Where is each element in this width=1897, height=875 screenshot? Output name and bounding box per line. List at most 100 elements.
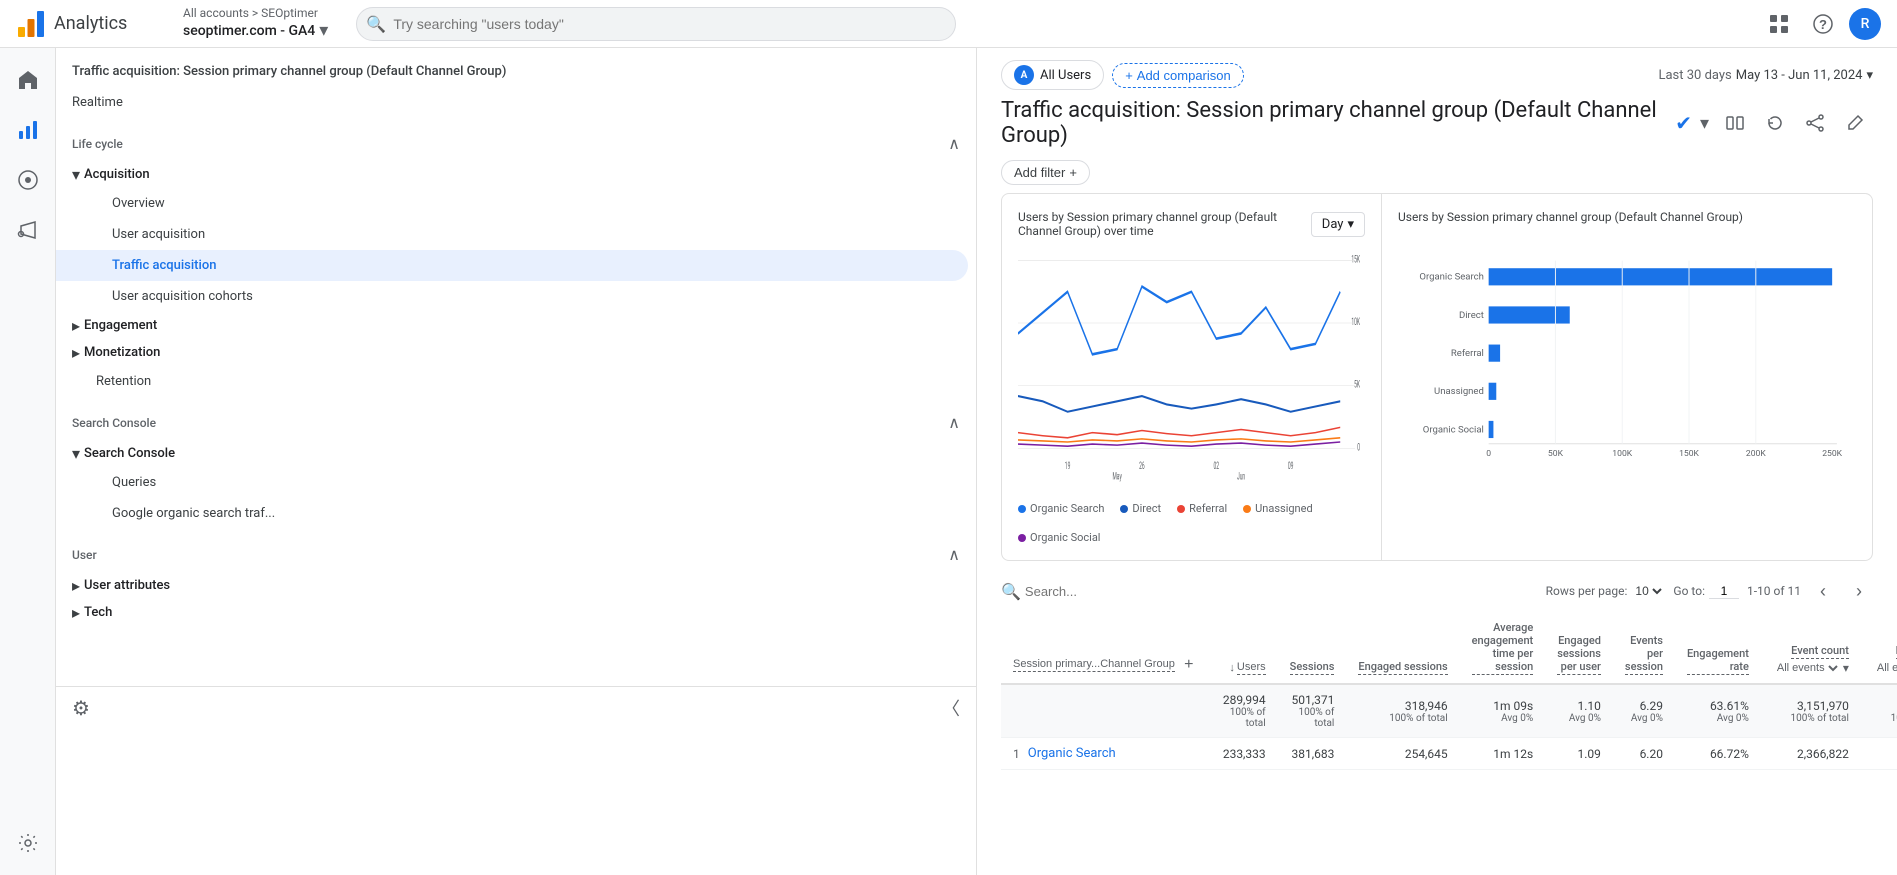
sidebar-retention[interactable]: Retention: [56, 366, 968, 397]
svg-text:Organic Social: Organic Social: [1423, 424, 1484, 435]
sidebar-user-acquisition-cohorts[interactable]: User acquisition cohorts: [56, 281, 968, 312]
row1-engagement-rate-cell: 66.72%: [1675, 738, 1761, 770]
tech-label: Tech: [84, 605, 112, 620]
share-button[interactable]: [1797, 105, 1833, 141]
edit-button[interactable]: [1837, 105, 1873, 141]
svg-text:Jun: Jun: [1237, 469, 1245, 482]
add-icon: +: [1125, 68, 1133, 83]
sidebar-traffic-acquisition[interactable]: Traffic acquisition: [56, 250, 968, 281]
svg-text:250K: 250K: [1822, 449, 1842, 459]
account-dropdown-icon: ▾: [319, 20, 328, 41]
refresh-button[interactable]: [1757, 105, 1793, 141]
rows-per-page-label: Rows per page:: [1546, 584, 1628, 598]
engagement-rate-col-label: Engagement rate: [1687, 647, 1749, 675]
grid-apps-button[interactable]: [1761, 6, 1797, 42]
collapse-icon[interactable]: 〈: [942, 695, 960, 721]
svg-text:10K: 10K: [1351, 315, 1360, 328]
date-range-value: May 13 - Jun 11, 2024: [1736, 68, 1863, 83]
all-users-chip[interactable]: A All Users: [1001, 60, 1104, 90]
pagination-prev-button[interactable]: ‹: [1809, 577, 1837, 605]
channel-col-label: Session primary...Channel Group: [1013, 658, 1175, 672]
chip-avatar: A: [1014, 65, 1034, 85]
nav-reports[interactable]: [4, 106, 52, 154]
bar-chart-title: Users by Session primary channel group (…: [1398, 210, 1743, 224]
grid-icon: [1769, 14, 1789, 34]
go-to-label: Go to:: [1673, 584, 1705, 598]
sidebar-queries[interactable]: Queries: [56, 467, 968, 498]
add-filter-label: Add filter: [1014, 165, 1065, 180]
lifecycle-section-header[interactable]: Life cycle ∧: [56, 126, 976, 161]
user-attributes-expand[interactable]: ▸ User attributes: [56, 572, 976, 599]
title-dropdown-button[interactable]: ▾: [1700, 113, 1709, 134]
settings-icon-sidebar[interactable]: ⚙: [72, 696, 90, 720]
add-column-button[interactable]: +: [1179, 655, 1199, 675]
col-header-engagement-rate: Engagement rate: [1675, 613, 1761, 684]
legend-label-organic-search: Organic Search: [1030, 502, 1104, 515]
row1-engaged-per-user-cell: 1.09: [1545, 738, 1613, 770]
rows-per-page: Rows per page: 10 25 50: [1546, 583, 1666, 599]
row1-event-count-cell: 2,366,822: [1761, 738, 1861, 770]
user-chevron: ∧: [948, 545, 960, 564]
monetization-label: Monetization: [84, 345, 160, 360]
all-users-label: All Users: [1040, 68, 1091, 83]
search-console-section-header[interactable]: Search Console ∧: [56, 405, 976, 440]
compare-view-button[interactable]: [1717, 105, 1753, 141]
line-chart-header: Users by Session primary channel group (…: [1018, 210, 1365, 238]
nav-advertising[interactable]: [4, 206, 52, 254]
row1-events-per-session-cell: 6.20: [1613, 738, 1675, 770]
go-to-input[interactable]: [1709, 584, 1739, 599]
monetization-expand[interactable]: ▸ Monetization: [56, 339, 976, 366]
legend-referral: Referral: [1177, 502, 1227, 515]
search-console-expand[interactable]: ▾ Search Console: [56, 440, 976, 467]
sidebar-reports-snapshot[interactable]: Traffic acquisition: Session primary cha…: [56, 56, 968, 87]
tech-expand[interactable]: ▸ Tech: [56, 599, 976, 626]
sidebar-overview[interactable]: Overview: [56, 188, 968, 219]
pagination-next-button[interactable]: ›: [1845, 577, 1873, 605]
totals-key-events-cell: 954.00 100% of total: [1861, 684, 1897, 738]
user-acquisition-label: User acquisition: [112, 227, 205, 242]
event-count-filter-select[interactable]: All events: [1773, 661, 1841, 675]
totals-avg-engagement-cell: 1m 09s Avg 0%: [1460, 684, 1546, 738]
user-attributes-expand-icon: ▸: [72, 576, 80, 595]
svg-text:50K: 50K: [1548, 449, 1564, 459]
search-input[interactable]: [356, 7, 956, 41]
channel-sort-button[interactable]: Session primary...Channel Group: [1013, 658, 1175, 672]
nav-settings[interactable]: [4, 819, 52, 867]
nav-home[interactable]: [4, 56, 52, 104]
row1-rank: 1: [1013, 747, 1020, 761]
totals-event-count-cell: 3,151,970 100% of total: [1761, 684, 1861, 738]
share-icon: [1805, 113, 1825, 133]
nav-explore[interactable]: [4, 156, 52, 204]
table-search-input[interactable]: [1025, 584, 1225, 599]
time-granularity-value: Day: [1322, 217, 1344, 232]
help-button[interactable]: ?: [1805, 6, 1841, 42]
date-range-picker[interactable]: Last 30 days May 13 - Jun 11, 2024 ▾: [1658, 68, 1873, 83]
date-range-chevron: ▾: [1866, 68, 1873, 83]
avatar[interactable]: R: [1849, 8, 1881, 40]
sidebar-realtime[interactable]: Realtime: [56, 87, 968, 118]
legend-dot-direct: [1120, 505, 1128, 513]
key-events-filter-select[interactable]: All events: [1873, 661, 1897, 675]
engagement-label: Engagement: [84, 318, 157, 333]
svg-text:19: 19: [1065, 459, 1071, 472]
time-granularity-selector[interactable]: Day ▾: [1311, 212, 1365, 237]
acquisition-expand[interactable]: ▾ Acquisition: [56, 161, 976, 188]
row1-users-cell: 233,333: [1211, 738, 1278, 770]
account-selector[interactable]: All accounts > SEOptimer seoptimer.com -…: [183, 6, 328, 41]
legend-label-referral: Referral: [1189, 502, 1227, 515]
rows-per-page-select[interactable]: 10 25 50: [1631, 583, 1665, 599]
add-filter-button[interactable]: Add filter +: [1001, 160, 1090, 185]
engagement-expand[interactable]: ▸ Engagement: [56, 312, 976, 339]
reports-snapshot-label: Traffic acquisition: Session primary cha…: [72, 64, 506, 79]
sidebar-user-acquisition[interactable]: User acquisition: [56, 219, 968, 250]
row1-channel-name[interactable]: Organic Search: [1028, 746, 1116, 761]
event-count-filter-chevron: ▾: [1843, 661, 1849, 675]
topbar: Analytics All accounts > SEOptimer seopt…: [0, 0, 1897, 48]
sidebar-google-organic[interactable]: Google organic search traf...: [56, 498, 968, 529]
add-comparison-button[interactable]: + Add comparison: [1112, 63, 1244, 88]
users-sort-button[interactable]: ↓ Users: [1229, 661, 1265, 675]
user-section-header[interactable]: User ∧: [56, 537, 976, 572]
engaged-sessions-col-label: Engaged sessions: [1358, 660, 1447, 675]
sessions-col-label: Sessions: [1290, 660, 1335, 675]
svg-text:0: 0: [1357, 440, 1360, 453]
